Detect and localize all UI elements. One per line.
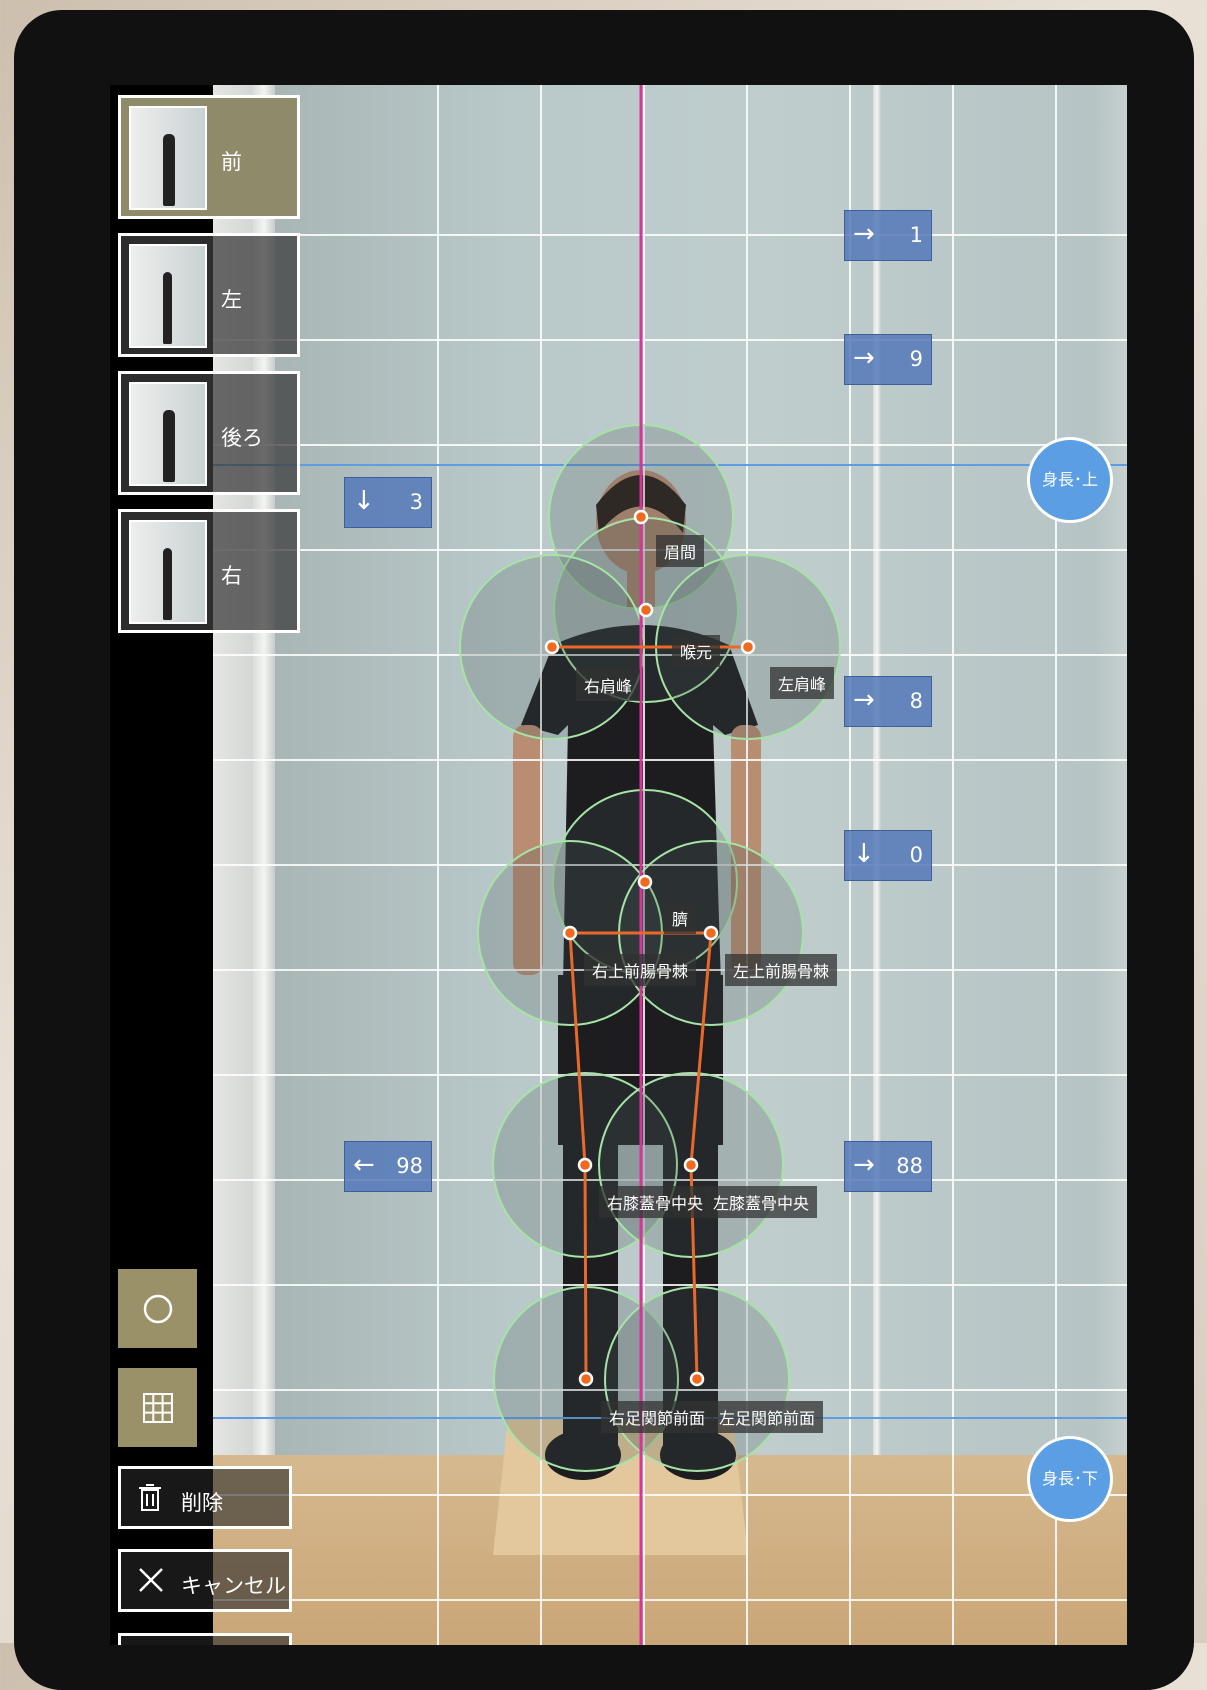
nav-box-value: 1 xyxy=(909,223,923,247)
nav-box-right-down[interactable]: ↓ 0 xyxy=(844,830,932,881)
nav-box-value: 3 xyxy=(409,490,423,514)
nav-box-right-1[interactable]: → 1 xyxy=(844,210,932,261)
right-thumbnail-image xyxy=(129,520,207,624)
arrow-right-icon: → xyxy=(853,219,875,249)
nav-box-value: 88 xyxy=(896,1154,923,1178)
nav-box-value: 0 xyxy=(909,843,923,867)
nav-box-right-bottom[interactable]: → 88 xyxy=(844,1141,932,1192)
landmark-label-right-asis[interactable]: 右上前腸骨棘 xyxy=(584,954,697,986)
circle-icon xyxy=(143,1294,173,1324)
partial-action-button[interactable] xyxy=(118,1633,292,1645)
arrow-down-icon: ↓ xyxy=(853,839,875,869)
circle-toggle-button[interactable] xyxy=(118,1269,197,1348)
posture-photo: 眉間 喉元 右肩峰 左肩峰 臍 右上前腸骨棘 左上前腸骨棘 右膝蓋骨中央 左膝蓋… xyxy=(213,85,1127,1645)
left-thumbnail-image xyxy=(129,244,207,348)
height-bottom-handle[interactable]: 身長･下 xyxy=(1027,1436,1113,1522)
landmark-label-right-patella[interactable]: 右膝蓋骨中央 xyxy=(599,1186,712,1218)
landmark-circles xyxy=(459,424,841,1472)
view-thumb-back[interactable]: 後ろ xyxy=(118,371,300,495)
view-thumb-label: 前 xyxy=(221,150,242,174)
arrow-right-icon: → xyxy=(853,685,875,715)
grid-icon xyxy=(143,1393,173,1423)
landmark-label-throat[interactable]: 喉元 xyxy=(672,635,721,667)
app-screen: 眉間 喉元 右肩峰 左肩峰 臍 右上前腸骨棘 左上前腸骨棘 右膝蓋骨中央 左膝蓋… xyxy=(110,85,1127,1645)
close-icon xyxy=(139,1568,163,1592)
nav-box-left-bottom[interactable]: ← 98 xyxy=(344,1141,432,1192)
view-thumb-label: 右 xyxy=(221,564,242,588)
grid-toggle-button[interactable] xyxy=(118,1368,197,1447)
arrow-right-icon: → xyxy=(853,343,875,373)
nav-box-value: 8 xyxy=(909,689,923,713)
landmark-label-glabella[interactable]: 眉間 xyxy=(656,535,705,567)
cancel-label: キャンセル xyxy=(181,1574,286,1598)
arrow-left-icon: ← xyxy=(353,1150,375,1180)
delete-label: 削除 xyxy=(181,1491,223,1515)
view-thumb-front[interactable]: 前 xyxy=(118,95,300,219)
arrow-right-icon: → xyxy=(853,1150,875,1180)
height-top-handle[interactable]: 身長･上 xyxy=(1027,437,1113,523)
nav-box-right-2[interactable]: → 9 xyxy=(844,334,932,385)
landmark-label-right-ankle[interactable]: 右足関節前面 xyxy=(601,1401,714,1433)
nav-box-value: 9 xyxy=(909,347,923,371)
front-thumbnail-image xyxy=(129,106,207,210)
view-thumb-label: 後ろ xyxy=(221,426,263,450)
back-thumbnail-image xyxy=(129,382,207,486)
landmark-label-left-asis[interactable]: 左上前腸骨棘 xyxy=(725,954,838,986)
view-thumb-label: 左 xyxy=(221,288,242,312)
delete-button[interactable]: 削除 xyxy=(118,1466,292,1529)
arrow-down-icon: ↓ xyxy=(353,486,375,516)
nav-box-right-mid[interactable]: → 8 xyxy=(844,676,932,727)
view-thumb-right[interactable]: 右 xyxy=(118,509,300,633)
nav-box-value: 98 xyxy=(396,1154,423,1178)
view-thumb-left[interactable]: 左 xyxy=(118,233,300,357)
nav-box-left-top[interactable]: ↓ 3 xyxy=(344,477,432,528)
trash-icon xyxy=(139,1484,161,1511)
landmark-label-left-acromion[interactable]: 左肩峰 xyxy=(770,667,835,699)
landmark-label-left-ankle[interactable]: 左足関節前面 xyxy=(711,1401,824,1433)
cancel-button[interactable]: キャンセル xyxy=(118,1549,292,1612)
landmark-label-navel[interactable]: 臍 xyxy=(664,902,697,934)
landmark-label-left-patella[interactable]: 左膝蓋骨中央 xyxy=(705,1186,818,1218)
landmark-label-right-acromion[interactable]: 右肩峰 xyxy=(576,669,641,701)
